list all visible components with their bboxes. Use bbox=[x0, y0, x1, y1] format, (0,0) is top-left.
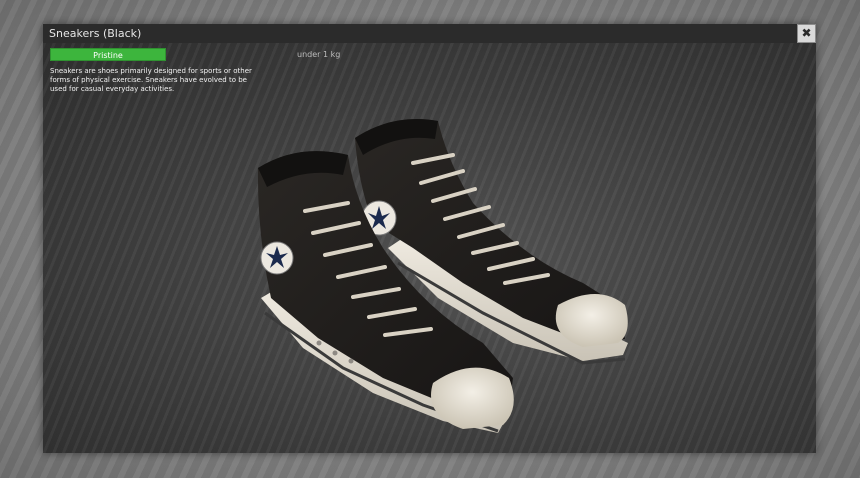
item-inspect-window: Sneakers (Black) ✖ Pristine under 1 kg S… bbox=[43, 24, 816, 453]
sneakers-model[interactable] bbox=[43, 43, 816, 453]
close-button[interactable]: ✖ bbox=[797, 24, 816, 43]
item-weight: under 1 kg bbox=[297, 50, 341, 59]
condition-label: Pristine bbox=[93, 51, 123, 60]
item-description: Sneakers are shoes primarily designed fo… bbox=[50, 67, 252, 93]
window-titlebar: Sneakers (Black) ✖ bbox=[43, 24, 816, 43]
condition-bar: Pristine bbox=[50, 48, 166, 61]
window-title: Sneakers (Black) bbox=[49, 27, 142, 40]
close-icon: ✖ bbox=[801, 26, 812, 40]
item-preview-viewport[interactable]: Pristine under 1 kg Sneakers are shoes p… bbox=[43, 43, 816, 453]
